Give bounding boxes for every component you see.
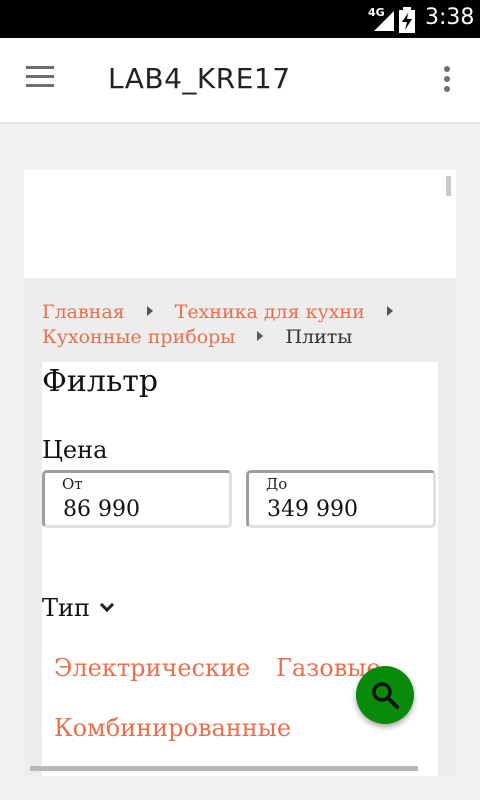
breadcrumb-arrow-icon <box>386 306 393 316</box>
type-label: Тип <box>42 594 90 622</box>
more-vert-icon[interactable] <box>440 66 454 96</box>
breadcrumb: Главная Техника для кухни Кухонные прибор… <box>42 300 442 350</box>
breadcrumb-kitchen-link[interactable]: Техника для кухни <box>175 301 365 323</box>
price-from-field[interactable]: От 86 990 <box>42 470 232 528</box>
price-label: Цена <box>42 436 108 464</box>
type-option-combined[interactable]: Комбинированные <box>54 714 291 742</box>
app-bar: LAB4_KRE17 <box>0 38 480 122</box>
breadcrumb-home-link[interactable]: Главная <box>42 301 125 323</box>
breadcrumb-current: Плиты <box>285 326 353 348</box>
status-bar: 4G 3:38 <box>0 0 480 38</box>
chevron-down-icon <box>99 597 115 613</box>
price-to-field[interactable]: До 349 990 <box>246 470 436 528</box>
breadcrumb-arrow-icon <box>257 331 264 341</box>
hamburger-menu-icon[interactable] <box>26 66 58 94</box>
webview-header-area <box>24 170 456 278</box>
price-to-caption: До <box>266 475 288 493</box>
horizontal-scrollbar[interactable] <box>30 766 418 771</box>
battery-charging-icon <box>399 7 415 33</box>
app-title: LAB4_KRE17 <box>108 62 291 95</box>
status-time: 3:38 <box>425 5 475 30</box>
filter-title: Фильтр <box>42 364 159 399</box>
price-from-caption: От <box>62 475 83 493</box>
breadcrumb-appliances-link[interactable]: Кухонные приборы <box>42 326 235 348</box>
type-option-electric[interactable]: Электрические <box>54 654 250 682</box>
price-from-value[interactable]: 86 990 <box>63 497 140 522</box>
breadcrumb-arrow-icon <box>146 306 153 316</box>
search-fab-button[interactable] <box>356 666 414 724</box>
signal-icon <box>374 11 394 31</box>
search-icon <box>372 682 399 709</box>
price-to-value[interactable]: 349 990 <box>267 497 358 522</box>
vertical-scrollbar[interactable] <box>446 176 451 196</box>
type-toggle[interactable]: Тип <box>42 594 115 622</box>
